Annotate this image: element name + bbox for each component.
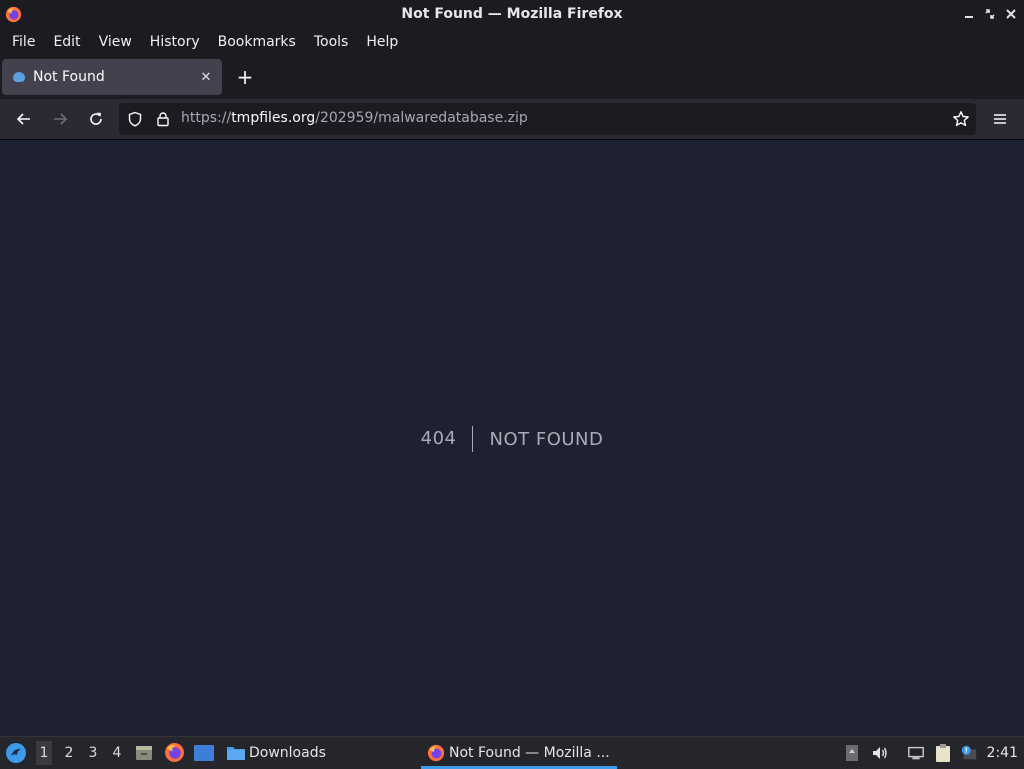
tab-title: Not Found (33, 69, 105, 85)
minimize-icon[interactable] (961, 5, 977, 23)
menu-file[interactable]: File (10, 34, 37, 50)
hamburger-menu-icon (994, 114, 1006, 124)
volume-icon[interactable] (871, 744, 889, 762)
url-bar[interactable]: https://tmpfiles.org/202959/malwaredatab… (119, 103, 976, 135)
tray-storage-icon[interactable] (843, 744, 861, 762)
workspace-4[interactable]: 4 (109, 745, 125, 761)
window-titlebar: Not Found — Mozilla Firefox (0, 0, 1024, 29)
maximize-icon[interactable] (982, 5, 998, 23)
tab-not-found[interactable]: Not Found ✕ (2, 59, 222, 95)
task-firefox-label: Not Found — Mozilla ... (449, 745, 610, 761)
clock: 2:41 (986, 745, 1018, 761)
new-tab-button[interactable]: + (234, 67, 256, 89)
forward-arrow-icon (54, 113, 68, 125)
url-scheme: https:// (181, 110, 232, 126)
menu-history[interactable]: History (148, 34, 202, 50)
error-code: 404 (421, 426, 474, 452)
app-menu-button[interactable] (988, 107, 1012, 131)
error-block: 404 NOT FOUND (0, 426, 1024, 452)
desktop-icon[interactable] (193, 744, 215, 762)
clipboard-icon[interactable] (934, 744, 952, 762)
menu-bookmarks[interactable]: Bookmarks (216, 34, 298, 50)
reload-icon (90, 112, 102, 125)
page-content: 404 NOT FOUND (0, 140, 1024, 736)
task-downloads-label: Downloads (249, 745, 326, 761)
workspace-3[interactable]: 3 (85, 745, 101, 761)
window-title: Not Found — Mozilla Firefox (401, 6, 623, 22)
url-path: /202959/malwaredatabase.zip (315, 110, 528, 126)
url-host: tmpfiles.org (231, 110, 316, 126)
forward-button[interactable] (48, 107, 72, 131)
menu-help[interactable]: Help (364, 34, 400, 50)
menu-edit[interactable]: Edit (51, 34, 82, 50)
start-menu-icon[interactable] (5, 742, 27, 764)
bookmark-star-icon[interactable] (952, 110, 970, 128)
network-icon[interactable] (907, 744, 925, 762)
task-downloads[interactable]: Downloads (226, 737, 326, 769)
firefox-launcher-icon[interactable] (164, 742, 185, 763)
tracking-protection-shield-icon[interactable] (127, 111, 143, 127)
menu-view[interactable]: View (97, 34, 134, 50)
task-firefox-window[interactable]: Not Found — Mozilla ... (427, 737, 610, 769)
lock-icon[interactable] (155, 111, 171, 127)
menu-tools[interactable]: Tools (312, 34, 351, 50)
folder-icon (227, 747, 245, 760)
workspace-1[interactable]: 1 (36, 741, 52, 765)
navigation-toolbar: https://tmpfiles.org/202959/malwaredatab… (0, 99, 1024, 140)
firefox-task-icon (427, 744, 445, 762)
reload-button[interactable] (84, 107, 108, 131)
tab-strip: Not Found ✕ + (0, 55, 1024, 99)
back-button[interactable] (12, 107, 36, 131)
error-message: NOT FOUND (489, 428, 604, 450)
url-text[interactable]: https://tmpfiles.org/202959/malwaredatab… (181, 110, 528, 126)
notification-icon[interactable] (960, 744, 978, 762)
workspace-2[interactable]: 2 (61, 745, 77, 761)
back-arrow-icon (16, 113, 30, 125)
taskbar: 1 2 3 4 Downloads Not Found — Mozilla ..… (0, 736, 1024, 769)
tab-favicon-icon (13, 72, 25, 82)
file-manager-icon[interactable] (134, 743, 154, 763)
menu-bar: File Edit View History Bookmarks Tools H… (0, 29, 1024, 55)
tab-close-icon[interactable]: ✕ (196, 70, 216, 85)
close-icon[interactable] (1003, 5, 1019, 23)
